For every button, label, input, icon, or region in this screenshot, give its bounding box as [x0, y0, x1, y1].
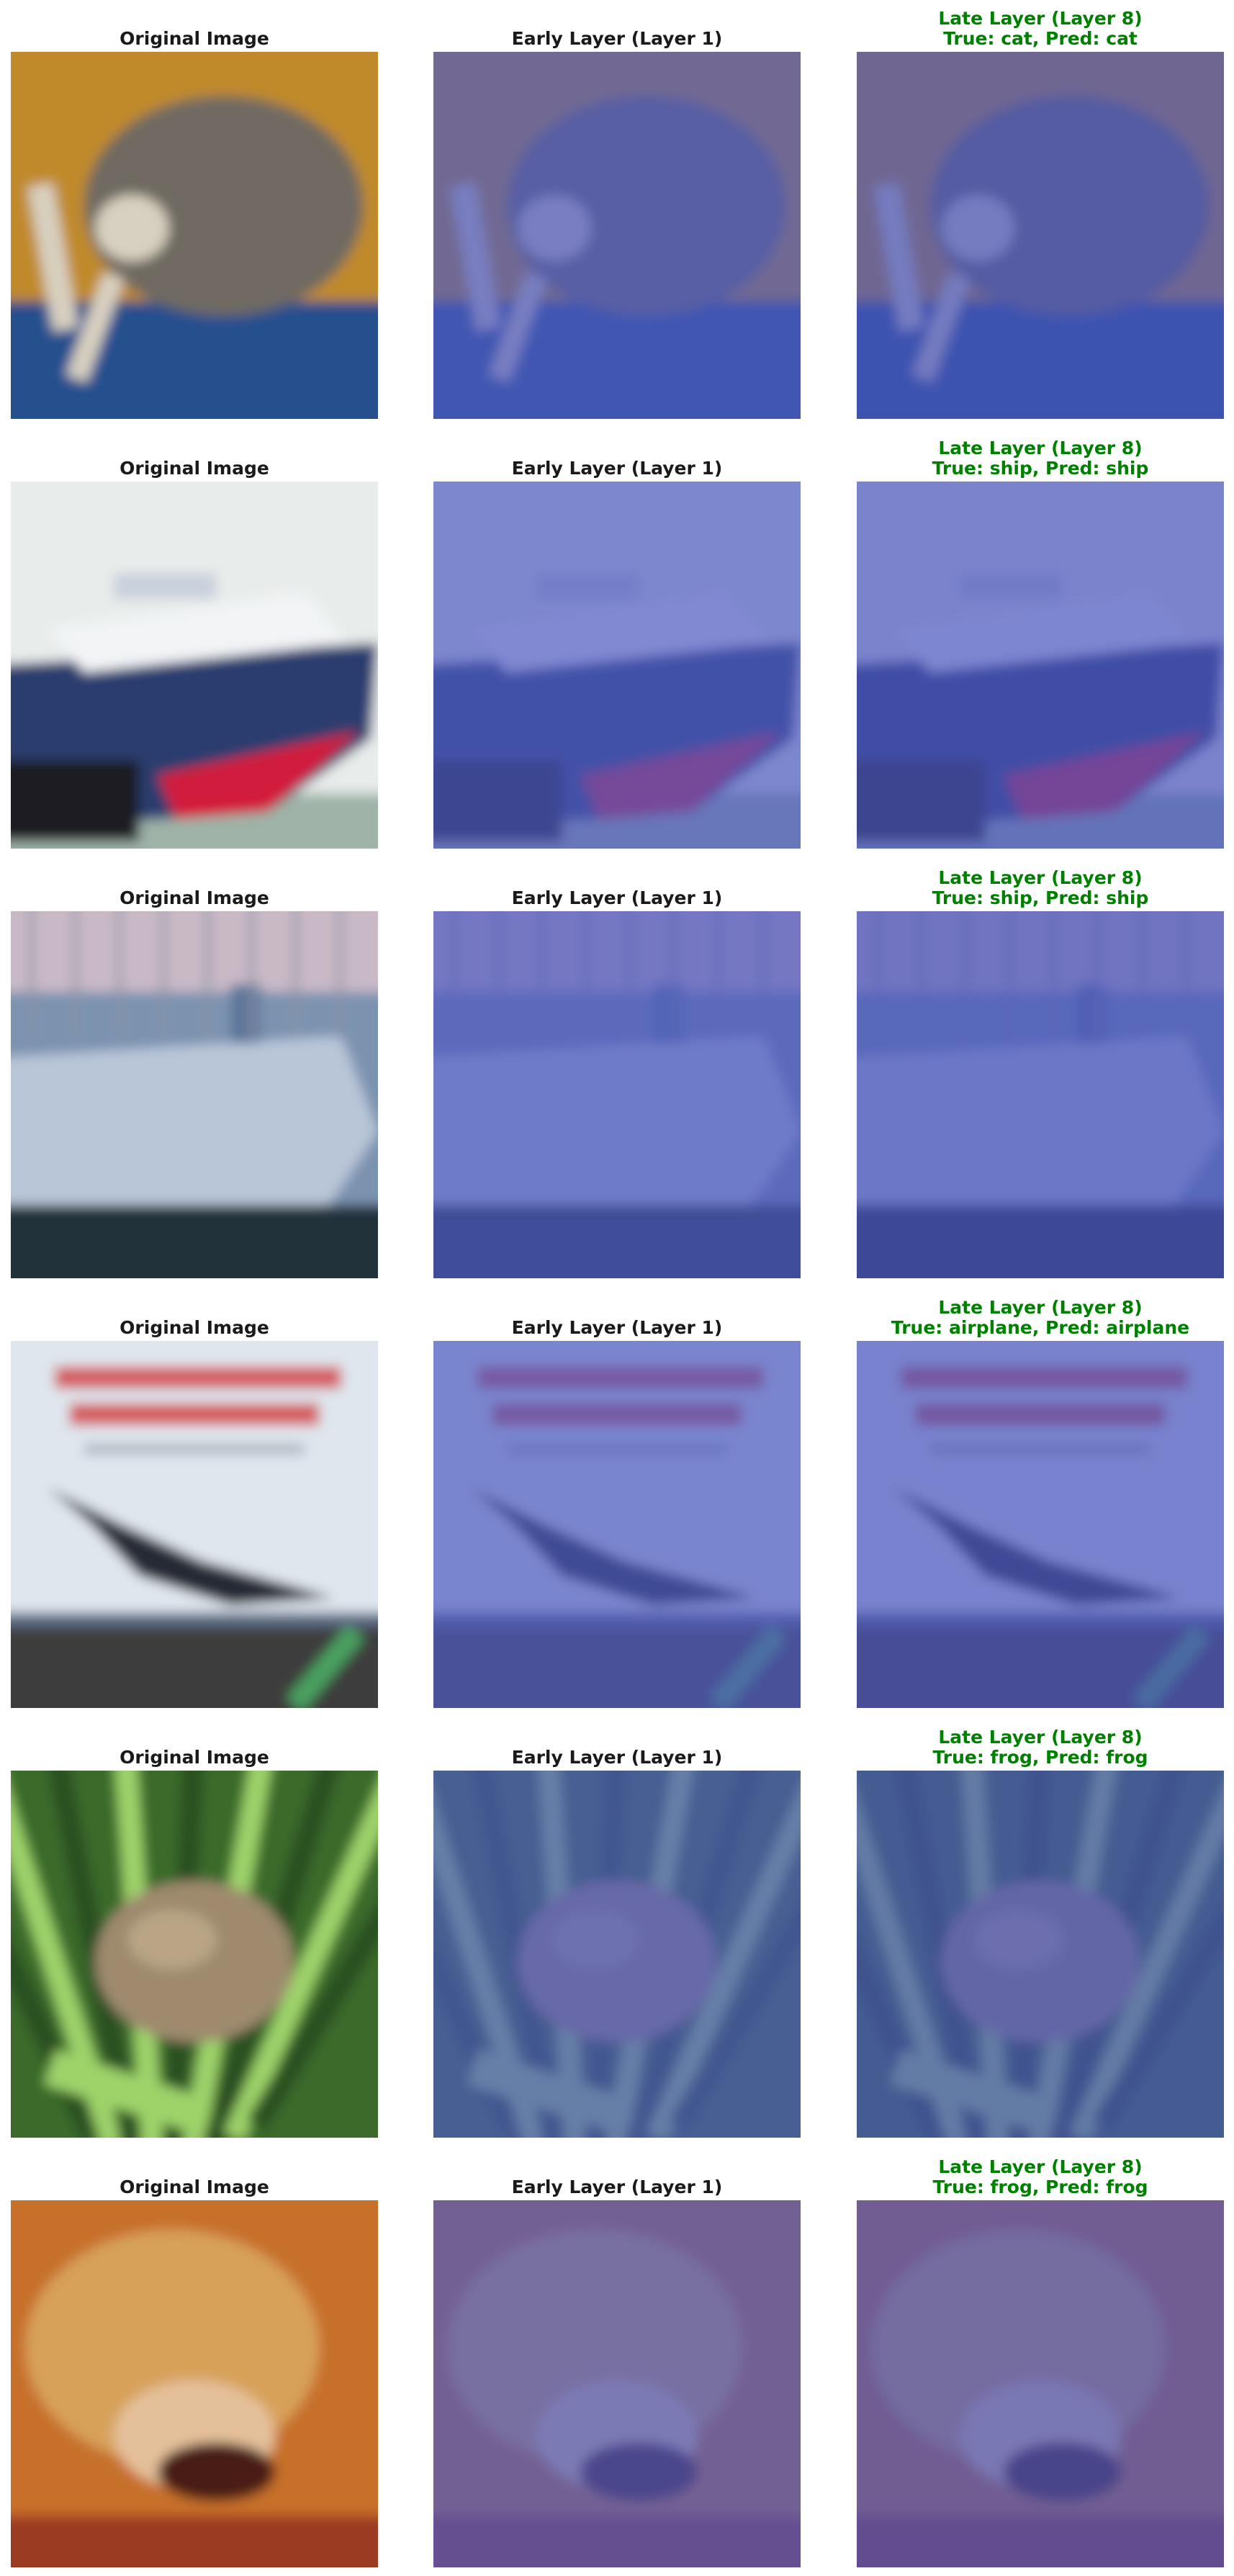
late-layer-heading: Late Layer (Layer 8) — [938, 8, 1143, 29]
original-title: Original Image — [120, 458, 269, 479]
late-layer-title: Late Layer (Layer 8) True: ship, Pred: sh… — [857, 438, 1224, 479]
thumbnail-scene — [11, 2200, 378, 2567]
late-layer-title: Late Layer (Layer 8) True: ship, Pred: sh… — [857, 868, 1224, 908]
late-layer-heading: Late Layer (Layer 8) — [938, 438, 1143, 458]
original-image — [11, 911, 378, 1278]
prediction-label: True: airplane, Pred: airplane — [891, 1317, 1190, 1338]
thumbnail-scene — [11, 1341, 378, 1708]
prediction-label: True: cat, Pred: cat — [943, 28, 1138, 49]
late-image — [857, 1341, 1224, 1708]
late-image — [857, 911, 1224, 1278]
original-title: Original Image — [120, 887, 269, 908]
thumbnail-scene — [433, 1341, 801, 1708]
early-title: Early Layer (Layer 1) — [511, 28, 723, 49]
late-image — [857, 52, 1224, 419]
early-image — [433, 482, 801, 849]
original-image — [11, 2200, 378, 2567]
early-title: Early Layer (Layer 1) — [511, 1317, 723, 1338]
thumbnail-scene — [857, 482, 1224, 849]
late-layer-heading: Late Layer (Layer 8) — [938, 867, 1143, 888]
early-title: Early Layer (Layer 1) — [511, 1747, 723, 1768]
figure-grid: Original Image Early Layer (Layer 1) Late … — [0, 0, 1234, 2576]
thumbnail-scene — [433, 52, 801, 419]
late-image — [857, 482, 1224, 849]
original-image — [11, 1341, 378, 1708]
early-title: Early Layer (Layer 1) — [511, 458, 723, 479]
original-title: Original Image — [120, 28, 269, 49]
thumbnail-scene — [857, 52, 1224, 419]
original-title: Original Image — [120, 1747, 269, 1768]
late-layer-heading: Late Layer (Layer 8) — [938, 2156, 1143, 2177]
original-image — [11, 52, 378, 419]
thumbnail-scene — [11, 911, 378, 1278]
original-image — [11, 1771, 378, 2138]
original-image — [11, 482, 378, 849]
thumbnail-scene — [11, 52, 378, 419]
late-layer-heading: Late Layer (Layer 8) — [938, 1297, 1143, 1318]
late-layer-title: Late Layer (Layer 8) True: cat, Pred: cat — [857, 9, 1224, 49]
thumbnail-scene — [433, 911, 801, 1278]
early-image — [433, 1341, 801, 1708]
prediction-label: True: frog, Pred: frog — [932, 2177, 1148, 2197]
early-title: Early Layer (Layer 1) — [511, 2177, 723, 2197]
early-image — [433, 1771, 801, 2138]
original-title: Original Image — [120, 1317, 269, 1338]
late-layer-title: Late Layer (Layer 8) True: airplane, Pred… — [857, 1298, 1224, 1338]
thumbnail-scene — [857, 1341, 1224, 1708]
late-image — [857, 1771, 1224, 2138]
thumbnail-scene — [433, 2200, 801, 2567]
early-image — [433, 2200, 801, 2567]
thumbnail-scene — [11, 1771, 378, 2138]
early-image — [433, 911, 801, 1278]
late-layer-title: Late Layer (Layer 8) True: frog, Pred: fr… — [857, 2157, 1224, 2197]
thumbnail-scene — [433, 482, 801, 849]
prediction-label: True: ship, Pred: ship — [932, 458, 1149, 479]
thumbnail-scene — [11, 482, 378, 849]
late-layer-heading: Late Layer (Layer 8) — [938, 1727, 1143, 1748]
thumbnail-scene — [857, 1771, 1224, 2138]
thumbnail-scene — [433, 1771, 801, 2138]
prediction-label: True: frog, Pred: frog — [932, 1747, 1148, 1768]
thumbnail-scene — [857, 2200, 1224, 2567]
thumbnail-scene — [857, 911, 1224, 1278]
prediction-label: True: ship, Pred: ship — [932, 887, 1149, 908]
late-layer-title: Late Layer (Layer 8) True: frog, Pred: fr… — [857, 1727, 1224, 1768]
original-title: Original Image — [120, 2177, 269, 2197]
late-image — [857, 2200, 1224, 2567]
early-title: Early Layer (Layer 1) — [511, 887, 723, 908]
early-image — [433, 52, 801, 419]
